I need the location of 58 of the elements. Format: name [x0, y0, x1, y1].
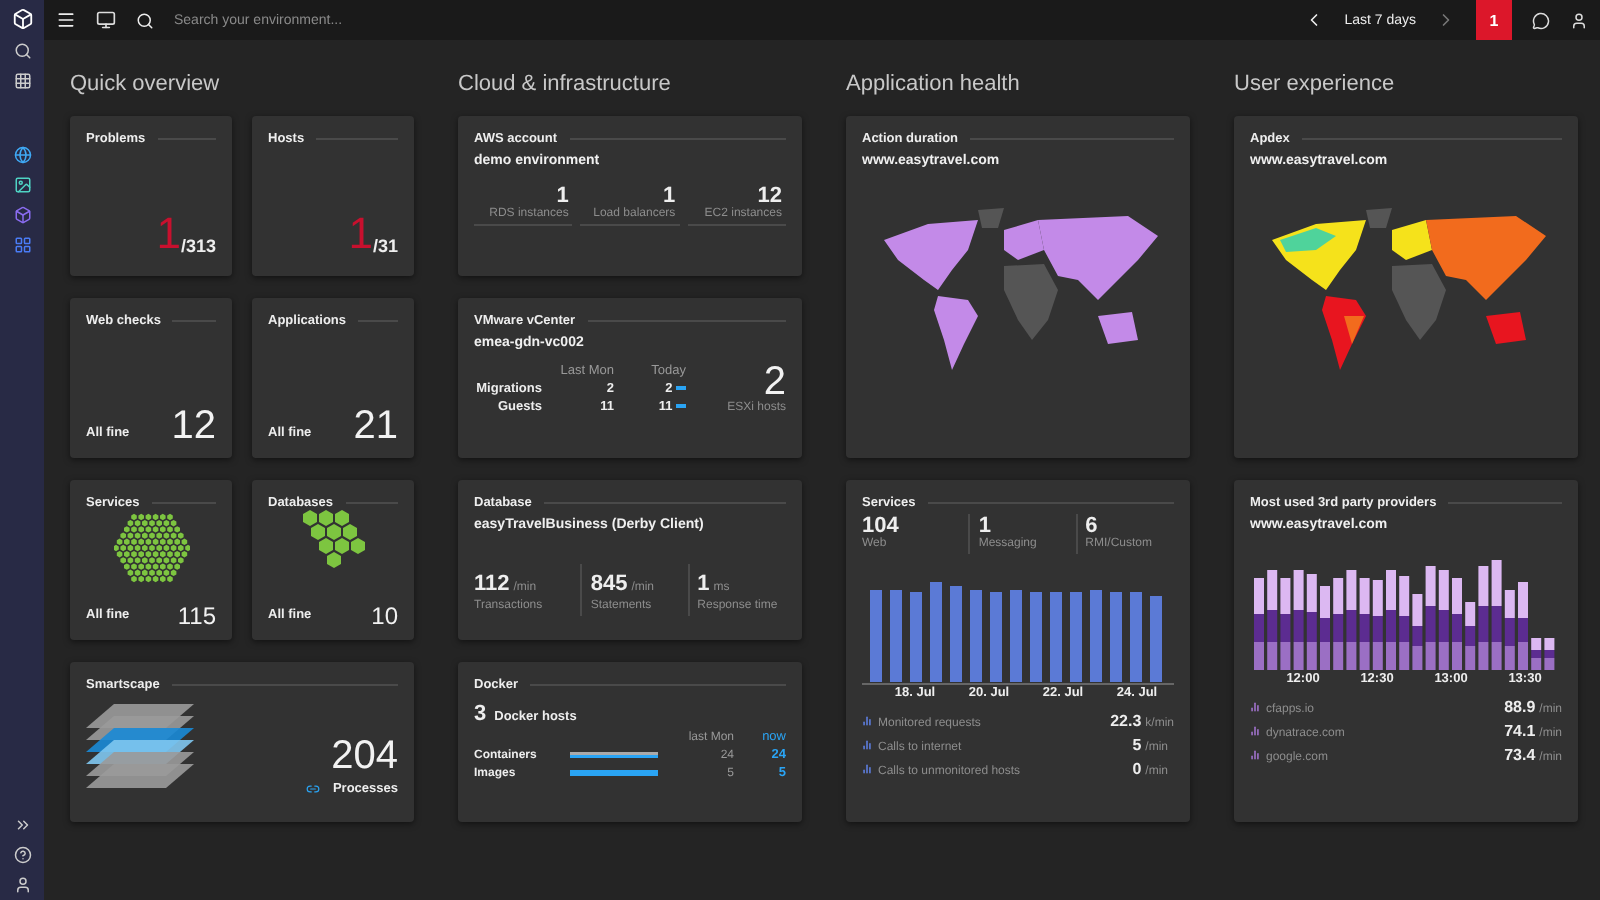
ratio-value: 1: [348, 212, 373, 256]
chat-icon[interactable]: [1532, 11, 1550, 29]
process-count: 204: [331, 736, 398, 776]
metric-value: 1: [697, 572, 710, 596]
metric-value: 12: [757, 184, 782, 208]
chart-icon: [1250, 750, 1260, 760]
usage-bar: [570, 752, 658, 758]
cube-icon[interactable]: [13, 206, 31, 224]
count-value: 12: [171, 406, 216, 446]
problem-badge[interactable]: 1: [1476, 0, 1512, 40]
dashboard-icon[interactable]: [13, 236, 31, 254]
chart-icon: [862, 764, 872, 774]
column-title: Cloud & infrastructure: [458, 72, 673, 100]
legend-value: 5: [1130, 736, 1142, 754]
globe-icon[interactable]: [13, 146, 31, 164]
metric-value: 104: [862, 514, 899, 538]
chart-icon: [1250, 702, 1260, 712]
metric-value: 845: [590, 572, 628, 596]
hexagon-cluster-drawing: [113, 510, 189, 586]
legend-value: 22.3: [1110, 712, 1142, 730]
image-icon[interactable]: [13, 176, 31, 194]
usage-bar: [570, 770, 658, 776]
apps-grid-icon[interactable]: [13, 72, 31, 90]
menu-icon[interactable]: [56, 10, 76, 30]
dash-icon: [676, 386, 686, 390]
column-title: Quick overview: [70, 72, 222, 100]
ratio-total: /31: [372, 236, 398, 256]
ratio-value: 1: [156, 212, 181, 256]
expand-icon[interactable]: [13, 816, 31, 834]
user-icon[interactable]: [13, 876, 31, 894]
chart-icon: [862, 716, 872, 726]
dash-icon: [676, 404, 686, 408]
monitor-icon[interactable]: [96, 10, 116, 30]
chart-icon: [862, 740, 872, 750]
legend-value: 74.1: [1504, 722, 1536, 740]
column-title: User experience: [1234, 72, 1397, 100]
link-icon: [306, 782, 321, 796]
host-count: 3: [474, 702, 487, 726]
metric-value: 112: [474, 572, 510, 596]
count-value: 10: [371, 604, 398, 628]
legend-value: 88.9: [1504, 698, 1536, 716]
metric-value: 1: [978, 514, 991, 538]
metric-value: 1: [556, 184, 569, 208]
help-icon[interactable]: [13, 846, 31, 864]
count-value: 115: [177, 604, 216, 628]
search-icon[interactable]: [13, 42, 31, 60]
user-icon[interactable]: [1570, 11, 1588, 29]
metric-value: 1: [663, 184, 676, 208]
hexagon-cluster-drawing: [299, 510, 367, 570]
logo-icon[interactable]: [11, 8, 33, 30]
count-value: 21: [353, 406, 398, 446]
metric-value: 6: [1085, 514, 1098, 538]
chart-icon: [1250, 726, 1260, 736]
legend-value: 0: [1130, 760, 1142, 778]
legend-value: 73.4: [1504, 746, 1536, 764]
host-count: 2: [763, 362, 786, 402]
column-title: Application health: [846, 72, 1022, 100]
ratio-total: /313: [180, 236, 216, 256]
